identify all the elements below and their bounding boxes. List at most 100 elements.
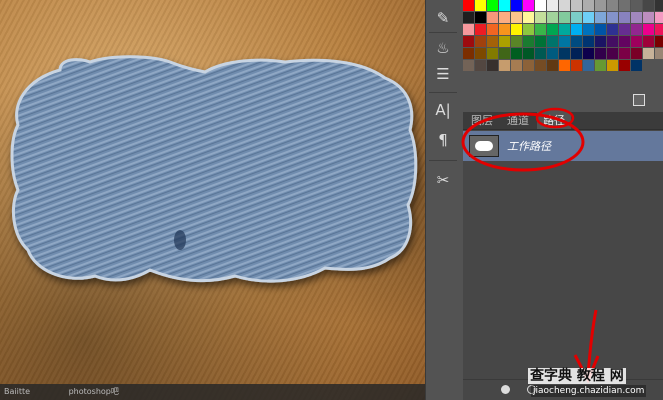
swatch-66[interactable] — [643, 36, 654, 47]
swatch-97[interactable] — [607, 60, 618, 71]
swatch-79[interactable] — [595, 48, 606, 59]
new-swatch-icon[interactable] — [633, 94, 645, 106]
swatch-86[interactable] — [475, 60, 486, 71]
swatch-51[interactable] — [463, 36, 474, 47]
swatch-80[interactable] — [607, 48, 618, 59]
swatch-63[interactable] — [607, 36, 618, 47]
swatch-83[interactable] — [643, 48, 654, 59]
fill-path-icon[interactable] — [501, 385, 510, 394]
swatch-62[interactable] — [595, 36, 606, 47]
swatch-76[interactable] — [559, 48, 570, 59]
paragraph-icon[interactable]: ¶ — [430, 128, 456, 152]
swatch-91[interactable] — [535, 60, 546, 71]
swatch-36[interactable] — [487, 24, 498, 35]
tab-layers[interactable]: 图层 — [465, 112, 499, 129]
swatch-47[interactable] — [619, 24, 630, 35]
clone-source-icon[interactable]: ♨ — [430, 36, 456, 60]
swatch-5[interactable] — [523, 0, 534, 11]
swatch-15[interactable] — [643, 0, 654, 11]
swatch-99[interactable] — [631, 60, 642, 71]
path-item-work-path[interactable]: 工作路径 — [463, 131, 663, 161]
swatch-33[interactable] — [655, 12, 663, 23]
swatch-43[interactable] — [571, 24, 582, 35]
swatch-26[interactable] — [571, 12, 582, 23]
swatch-45[interactable] — [595, 24, 606, 35]
swatch-7[interactable] — [547, 0, 558, 11]
swatch-6[interactable] — [535, 0, 546, 11]
swatch-17[interactable] — [463, 12, 474, 23]
swatch-30[interactable] — [619, 12, 630, 23]
swatch-81[interactable] — [619, 48, 630, 59]
swatch-1[interactable] — [475, 0, 486, 11]
swatch-28[interactable] — [595, 12, 606, 23]
tool-presets-icon[interactable]: ✂ — [430, 168, 456, 192]
swatch-87[interactable] — [487, 60, 498, 71]
swatch-68[interactable] — [463, 48, 474, 59]
swatches-grid[interactable] — [463, 0, 663, 86]
swatch-96[interactable] — [595, 60, 606, 71]
swatch-48[interactable] — [631, 24, 642, 35]
document-canvas[interactable]: Baiitte photoshop吧 — [0, 0, 425, 400]
swatch-56[interactable] — [523, 36, 534, 47]
swatch-50[interactable] — [655, 24, 663, 35]
swatch-73[interactable] — [523, 48, 534, 59]
swatch-92[interactable] — [547, 60, 558, 71]
swatch-20[interactable] — [499, 12, 510, 23]
swatch-55[interactable] — [511, 36, 522, 47]
swatch-71[interactable] — [499, 48, 510, 59]
swatch-19[interactable] — [487, 12, 498, 23]
swatch-31[interactable] — [631, 12, 642, 23]
swatch-39[interactable] — [523, 24, 534, 35]
swatch-75[interactable] — [547, 48, 558, 59]
swatch-70[interactable] — [487, 48, 498, 59]
swatch-44[interactable] — [583, 24, 594, 35]
swatch-9[interactable] — [571, 0, 582, 11]
swatch-89[interactable] — [511, 60, 522, 71]
swatch-74[interactable] — [535, 48, 546, 59]
swatch-41[interactable] — [547, 24, 558, 35]
swatch-78[interactable] — [583, 48, 594, 59]
swatch-82[interactable] — [631, 48, 642, 59]
swatch-98[interactable] — [619, 60, 630, 71]
swatch-59[interactable] — [559, 36, 570, 47]
swatch-12[interactable] — [607, 0, 618, 11]
swatch-72[interactable] — [511, 48, 522, 59]
tab-paths[interactable]: 路径 — [537, 112, 571, 129]
swatch-57[interactable] — [535, 36, 546, 47]
swatch-25[interactable] — [559, 12, 570, 23]
swatch-24[interactable] — [547, 12, 558, 23]
swatch-49[interactable] — [643, 24, 654, 35]
swatch-88[interactable] — [499, 60, 510, 71]
swatch-40[interactable] — [535, 24, 546, 35]
swatch-95[interactable] — [583, 60, 594, 71]
swatch-18[interactable] — [475, 12, 486, 23]
swatch-29[interactable] — [607, 12, 618, 23]
swatch-52[interactable] — [475, 36, 486, 47]
swatch-27[interactable] — [583, 12, 594, 23]
swatch-46[interactable] — [607, 24, 618, 35]
swatch-32[interactable] — [643, 12, 654, 23]
swatch-58[interactable] — [547, 36, 558, 47]
swatch-4[interactable] — [511, 0, 522, 11]
swatch-2[interactable] — [487, 0, 498, 11]
swatch-54[interactable] — [499, 36, 510, 47]
swatch-0[interactable] — [463, 0, 474, 11]
brush-settings-icon[interactable]: ✎ — [430, 6, 456, 30]
swatch-90[interactable] — [523, 60, 534, 71]
swatch-77[interactable] — [571, 48, 582, 59]
swatch-85[interactable] — [463, 60, 474, 71]
swatch-38[interactable] — [511, 24, 522, 35]
swatch-64[interactable] — [619, 36, 630, 47]
swatch-67[interactable] — [655, 36, 663, 47]
swatch-53[interactable] — [487, 36, 498, 47]
swatch-84[interactable] — [655, 48, 663, 59]
swatch-60[interactable] — [571, 36, 582, 47]
swatch-14[interactable] — [631, 0, 642, 11]
swatch-22[interactable] — [523, 12, 534, 23]
adjust-sliders-icon[interactable]: ☰ — [430, 62, 456, 86]
swatch-35[interactable] — [475, 24, 486, 35]
swatch-11[interactable] — [595, 0, 606, 11]
swatch-21[interactable] — [511, 12, 522, 23]
swatch-93[interactable] — [559, 60, 570, 71]
swatch-65[interactable] — [631, 36, 642, 47]
